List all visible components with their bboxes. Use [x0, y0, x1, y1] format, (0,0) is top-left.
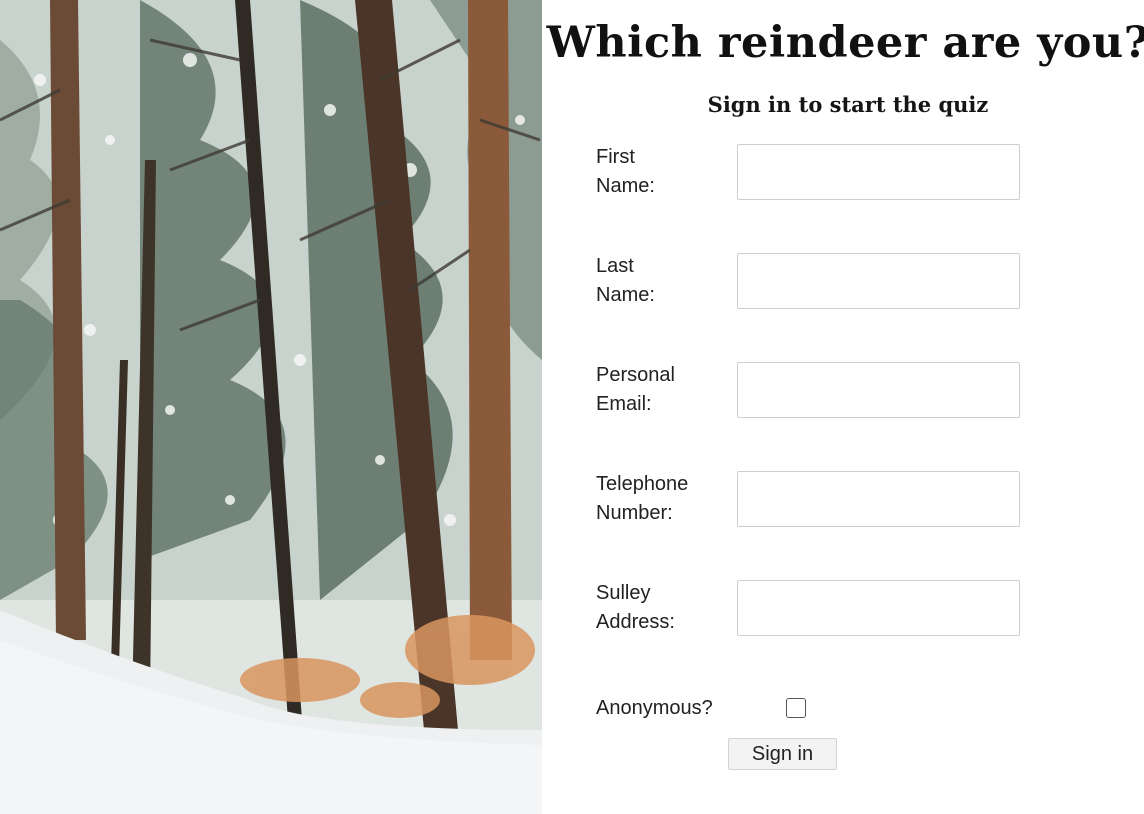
- email-input[interactable]: [737, 362, 1020, 418]
- sign-in-button[interactable]: Sign in: [728, 738, 837, 770]
- address-input[interactable]: [737, 580, 1020, 636]
- telephone-label-line1: Telephone: [596, 473, 689, 495]
- first-name-label-line1: First: [596, 146, 635, 168]
- email-label-line2: Email:: [596, 393, 652, 415]
- email-label-line1: Personal: [596, 364, 675, 386]
- page-subtitle: Sign in to start the quiz: [707, 92, 989, 117]
- first-name-label: First Name:: [596, 143, 716, 201]
- telephone-input[interactable]: [737, 471, 1020, 527]
- anonymous-checkbox[interactable]: [786, 698, 806, 718]
- anonymous-label: Anonymous?: [596, 697, 713, 719]
- email-label: Personal Email:: [596, 361, 716, 419]
- last-name-label-line2: Name:: [596, 284, 655, 306]
- last-name-label: Last Name:: [596, 252, 716, 310]
- telephone-label-line2: Number:: [596, 502, 673, 524]
- last-name-input[interactable]: [737, 253, 1020, 309]
- snowy-forest-image: [0, 0, 542, 814]
- address-label-line1: Sulley: [596, 582, 651, 604]
- sign-in-panel: Which reindeer are you? Sign in to start…: [542, 0, 1144, 814]
- last-name-label-line1: Last: [596, 255, 634, 277]
- telephone-label: Telephone Number:: [596, 470, 716, 528]
- address-label-line2: Address:: [596, 611, 675, 633]
- first-name-label-line2: Name:: [596, 175, 655, 197]
- first-name-input[interactable]: [737, 144, 1020, 200]
- page-title: Which reindeer are you?: [546, 18, 1144, 68]
- address-label: Sulley Address:: [596, 579, 716, 637]
